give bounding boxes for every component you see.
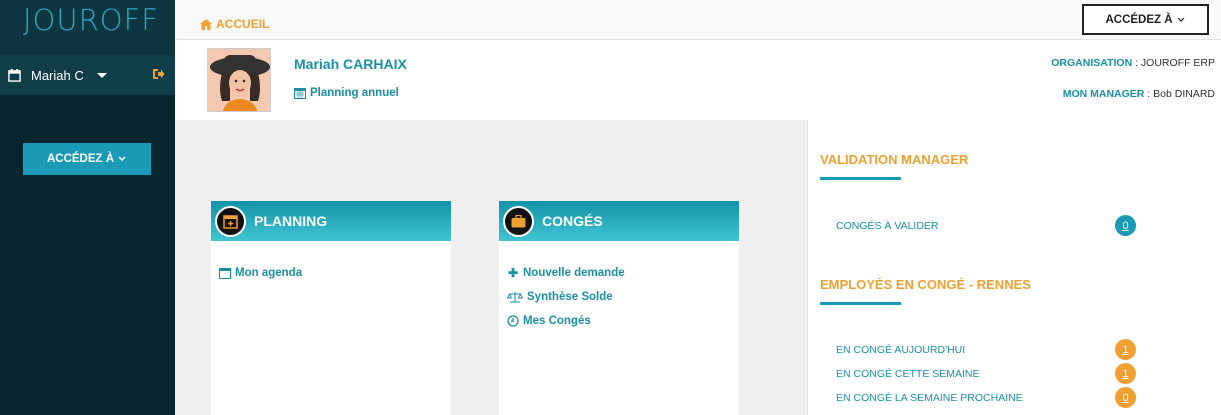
conge-semaine-prochaine-badge[interactable]: 0 — [1115, 387, 1136, 408]
validation-title: VALIDATION MANAGER — [820, 152, 969, 167]
organisation-info: ORGANISATION : JOUROFF ERP — [1051, 57, 1215, 69]
organisation-value: : JOUROFF ERP — [1132, 57, 1215, 69]
sidebar: JOUROFF Mariah C ACCÉDEZ À — [0, 0, 175, 415]
brand-logo[interactable]: JOUROFF — [0, 0, 175, 55]
chevron-down-icon — [1177, 17, 1184, 22]
manager-info: MON MANAGER : Bob DINARD — [1063, 88, 1215, 100]
conges-card-header: CONGÉS — [499, 201, 739, 241]
home-icon — [200, 18, 212, 30]
mes-conges-label: Mes Congés — [523, 315, 591, 327]
calendar-icon — [294, 88, 306, 99]
planning-annuel-link[interactable]: Planning annuel — [294, 87, 399, 99]
conge-aujourdhui-badge[interactable]: 1 — [1115, 339, 1136, 360]
conge-cette-semaine-badge[interactable]: 1 — [1115, 363, 1136, 384]
chevron-down-icon — [96, 72, 107, 78]
conges-card: CONGÉS ✚ Nouvelle demande Synthèse Solde… — [499, 201, 739, 415]
avatar — [207, 48, 271, 112]
planning-annuel-label: Planning annuel — [310, 87, 399, 99]
mon-agenda-label: Mon agenda — [235, 267, 303, 279]
nouvelle-demande-link[interactable]: ✚ Nouvelle demande — [507, 261, 739, 285]
calendar-icon — [219, 268, 231, 279]
top-access-label: ACCÉDEZ À — [1105, 13, 1173, 26]
conge-aujourdhui-label: EN CONGÉ AUJOURD'HUI — [836, 343, 966, 356]
absences-underline — [820, 302, 901, 305]
mes-conges-link[interactable]: Mes Congés — [507, 309, 739, 333]
user-name: Mariah C — [31, 67, 84, 83]
clock-icon — [507, 315, 519, 327]
conge-cette-semaine-label: EN CONGÉ CETTE SEMAINE — [836, 367, 980, 380]
nouvelle-demande-label: Nouvelle demande — [523, 267, 625, 279]
sidebar-access-button[interactable]: ACCÉDEZ À — [23, 143, 151, 175]
planning-card-header: PLANNING — [211, 201, 451, 241]
logout-icon[interactable] — [152, 68, 165, 83]
validation-underline — [820, 177, 901, 180]
conge-semaine-prochaine-label: EN CONGÉ LA SEMAINE PROCHAINE — [836, 391, 1023, 404]
conges-a-valider-row[interactable]: CONGÉS À VALIDER 0 — [836, 215, 1136, 236]
sidebar-access-label: ACCÉDEZ À — [46, 153, 115, 165]
mon-agenda-link[interactable]: Mon agenda — [219, 261, 451, 285]
home-label: ACCUEIL — [216, 17, 270, 31]
suitcase-icon — [503, 205, 534, 237]
conges-a-valider-badge[interactable]: 0 — [1115, 215, 1136, 236]
conges-a-valider-label: CONGÉS À VALIDER — [836, 219, 939, 232]
synthese-solde-link[interactable]: Synthèse Solde — [507, 285, 739, 309]
manager-value: : Bob DINARD — [1144, 88, 1215, 100]
conge-semaine-prochaine-row[interactable]: EN CONGÉ LA SEMAINE PROCHAINE 0 — [836, 387, 1136, 408]
organisation-label: ORGANISATION — [1051, 57, 1133, 69]
planning-card: PLANNING Mon agenda — [211, 201, 451, 415]
top-bar: ACCUEIL ACCÉDEZ À — [175, 0, 1221, 40]
user-menu[interactable]: Mariah C — [0, 55, 175, 95]
top-access-button[interactable]: ACCÉDEZ À — [1082, 4, 1209, 35]
right-panel: VALIDATION MANAGER CONGÉS À VALIDER 0 EM… — [807, 120, 1221, 415]
conges-card-title: CONGÉS — [542, 213, 603, 229]
balance-scale-icon — [507, 292, 523, 303]
chevron-down-icon — [118, 156, 126, 162]
calendar-icon — [8, 68, 21, 82]
profile-header: Mariah CARHAIX Planning annuel ORGANISAT… — [175, 40, 1221, 120]
profile-name: Mariah CARHAIX — [294, 56, 407, 72]
calendar-plus-icon — [215, 205, 246, 237]
plus-icon: ✚ — [507, 266, 519, 280]
manager-label: MON MANAGER — [1062, 88, 1145, 100]
conge-aujourdhui-row[interactable]: EN CONGÉ AUJOURD'HUI 1 — [836, 339, 1136, 360]
conge-cette-semaine-row[interactable]: EN CONGÉ CETTE SEMAINE 1 — [836, 363, 1136, 384]
planning-card-title: PLANNING — [254, 213, 328, 229]
absences-title: EMPLOYÉS EN CONGÉ - RENNES — [820, 277, 1031, 292]
home-breadcrumb[interactable]: ACCUEIL — [200, 17, 269, 31]
synthese-solde-label: Synthèse Solde — [527, 291, 613, 303]
